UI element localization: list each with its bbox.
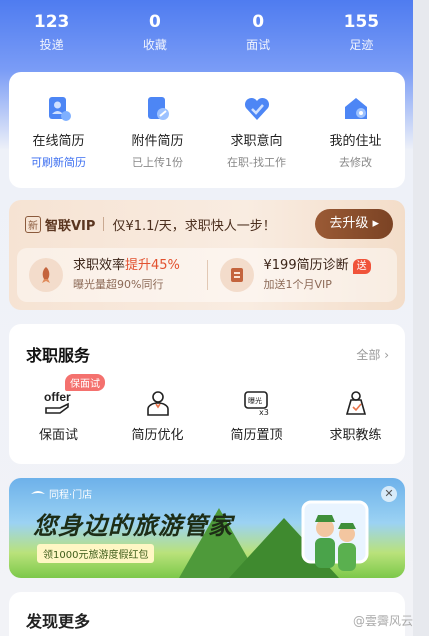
resume-optimize-icon bbox=[141, 388, 175, 418]
stat-number: 155 bbox=[343, 12, 380, 32]
job-intention-entry[interactable]: 求职意向 在职-找工作 bbox=[207, 72, 306, 188]
vip-name: 智联VIP bbox=[45, 218, 96, 234]
stat-label: 投递 bbox=[39, 38, 64, 52]
entry-title: 附件简历 bbox=[131, 134, 184, 149]
vip-diagnosis-item[interactable]: ¥199简历诊断送 加送1个月VIP bbox=[208, 257, 398, 293]
vip-efficiency-sub: 曝光量超90%同行 bbox=[73, 278, 164, 291]
resume-card: 在线简历 可刷新简历 附件简历 已上传1份 求职意向 在职-找工作 我的住址 去… bbox=[9, 72, 405, 188]
service-label: 求职教练 bbox=[329, 428, 382, 443]
entry-subtitle: 去修改 bbox=[339, 156, 372, 169]
address-icon bbox=[341, 94, 371, 124]
vip-efficiency-title: 求职效率 bbox=[73, 258, 126, 273]
stat-applied[interactable]: 123 投递 bbox=[0, 10, 103, 54]
job-services-card: 求职服务 全部 › 保面试 offer 保面试 简历优化 曝光 x3 简历置顶 bbox=[9, 324, 405, 464]
entry-title: 在线简历 bbox=[32, 134, 85, 149]
section-title: 求职服务 bbox=[26, 346, 91, 365]
job-intention-icon bbox=[242, 94, 272, 124]
section-title: 发现更多 bbox=[26, 612, 91, 631]
vip-diagnosis-title: ¥199简历诊断 bbox=[263, 258, 349, 273]
brand-logo-icon bbox=[31, 490, 45, 494]
attachment-resume-entry[interactable]: 附件简历 已上传1份 bbox=[108, 72, 207, 188]
stat-number: 123 bbox=[33, 12, 70, 32]
entry-subtitle: 可刷新简历 bbox=[31, 156, 86, 169]
entry-title: 我的住址 bbox=[329, 134, 382, 149]
attachment-resume-icon bbox=[143, 94, 173, 124]
vip-card: 新 智联VIP 仅¥1.1/天，求职快人一步！ 去升级 ▸ 求职效率提升45% … bbox=[9, 200, 405, 310]
page-edge bbox=[413, 0, 429, 636]
online-resume-entry[interactable]: 在线简历 可刷新简历 bbox=[9, 72, 108, 188]
upgrade-button[interactable]: 去升级 ▸ bbox=[315, 209, 393, 239]
gift-tag: 送 bbox=[352, 259, 371, 274]
stat-favorites[interactable]: 0 收藏 bbox=[103, 10, 206, 54]
service-resume-optimize[interactable]: 简历优化 bbox=[108, 388, 207, 443]
offer-icon: offer bbox=[42, 388, 76, 418]
vip-new-badge: 新 bbox=[25, 215, 41, 233]
svg-text:offer: offer bbox=[44, 390, 71, 404]
diagnosis-icon bbox=[219, 258, 254, 292]
entry-subtitle: 已上传1份 bbox=[132, 156, 183, 169]
stat-interviews[interactable]: 0 面试 bbox=[207, 10, 310, 54]
vip-efficiency-item[interactable]: 求职效率提升45% 曝光量超90%同行 bbox=[17, 257, 207, 293]
service-job-coach[interactable]: 求职教练 bbox=[306, 388, 405, 443]
coach-icon bbox=[339, 388, 373, 418]
service-label: 简历优化 bbox=[131, 428, 184, 443]
ad-subtitle: 领1000元旅游度假红包 bbox=[37, 544, 155, 563]
vip-diagnosis-sub: 加送1个月VIP bbox=[263, 278, 332, 291]
svg-text:x3: x3 bbox=[259, 408, 269, 417]
stat-number: 0 bbox=[252, 12, 265, 32]
stat-label: 收藏 bbox=[142, 38, 167, 52]
stat-number: 0 bbox=[148, 12, 161, 32]
close-icon[interactable]: ✕ bbox=[381, 486, 397, 502]
resume-top-icon: 曝光 x3 bbox=[240, 388, 274, 418]
online-resume-icon bbox=[44, 94, 74, 124]
ad-headline: 您身边的旅游管家 bbox=[33, 512, 233, 540]
ad-brand: 同程·门店 bbox=[31, 486, 92, 501]
service-label: 简历置顶 bbox=[230, 428, 283, 443]
view-all-link[interactable]: 全部 › bbox=[356, 346, 389, 363]
my-address-entry[interactable]: 我的住址 去修改 bbox=[306, 72, 405, 188]
travel-ad-banner[interactable]: 同程·门店 您身边的旅游管家 领1000元旅游度假红包 ✕ bbox=[9, 478, 405, 578]
stat-label: 足迹 bbox=[349, 38, 374, 52]
service-resume-top[interactable]: 曝光 x3 简历置顶 bbox=[207, 388, 306, 443]
vip-slogan: 仅¥1.1/天，求职快人一步！ bbox=[112, 218, 276, 234]
rocket-icon bbox=[29, 258, 63, 292]
vip-separator bbox=[103, 217, 105, 231]
discover-card: 发现更多 bbox=[9, 592, 405, 636]
stat-footprints[interactable]: 155 足迹 bbox=[310, 10, 413, 54]
svg-text:曝光: 曝光 bbox=[248, 396, 262, 405]
entry-subtitle: 在职-找工作 bbox=[227, 156, 286, 169]
service-label: 保面试 bbox=[38, 428, 78, 443]
travelers-illustration bbox=[301, 500, 369, 571]
service-guaranteed-interview[interactable]: 保面试 offer 保面试 bbox=[9, 374, 108, 443]
stat-label: 面试 bbox=[246, 38, 271, 52]
stats-row: 123 投递 0 收藏 0 面试 155 足迹 bbox=[0, 10, 413, 54]
entry-title: 求职意向 bbox=[230, 134, 283, 149]
watermark: @雲霽风云 bbox=[352, 614, 413, 628]
ad-brand-text: 同程·门店 bbox=[49, 490, 93, 501]
service-tag: 保面试 bbox=[65, 374, 105, 391]
vip-efficiency-highlight: 提升45% bbox=[125, 258, 180, 273]
